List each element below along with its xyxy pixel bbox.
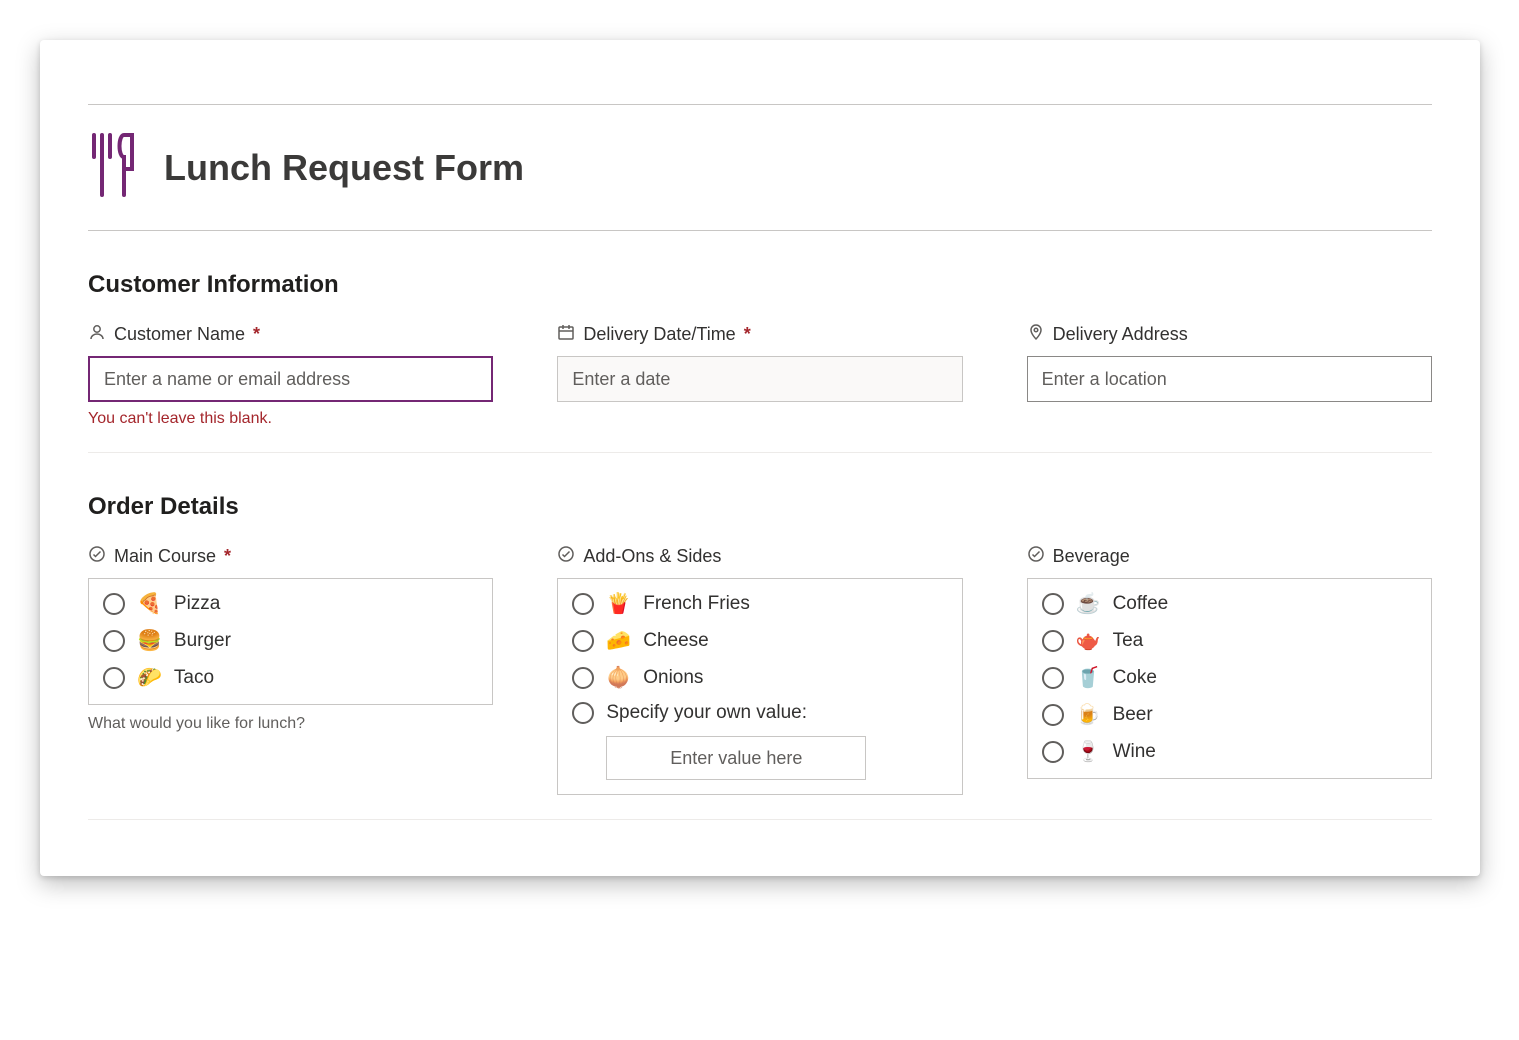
choice-beer[interactable]: 🍺 Beer <box>1042 702 1417 727</box>
radio-icon <box>572 702 594 724</box>
person-icon <box>88 323 106 346</box>
choice-label: Cheese <box>643 630 709 652</box>
fries-icon: 🍟 <box>606 591 631 616</box>
delivery-address-label: Delivery Address <box>1053 324 1188 345</box>
radio-icon <box>572 630 594 652</box>
radio-icon <box>1042 741 1064 763</box>
customer-name-label-row: Customer Name * <box>88 323 493 346</box>
radio-icon <box>103 630 125 652</box>
own-value-input[interactable] <box>606 736 866 780</box>
delivery-address-label-row: Delivery Address <box>1027 323 1432 346</box>
choice-label: Taco <box>174 667 214 689</box>
field-main-course: Main Course * 🍕 Pizza 🍔 Burger 🌮 Taco <box>88 545 493 733</box>
radio-icon <box>103 667 125 689</box>
delivery-datetime-input[interactable] <box>557 356 962 402</box>
cheese-icon: 🧀 <box>606 628 631 653</box>
required-marker: * <box>744 324 751 345</box>
customer-name-label: Customer Name <box>114 324 245 345</box>
location-icon <box>1027 323 1045 346</box>
field-beverage: Beverage ☕ Coffee 🫖 Tea 🥤 Coke <box>1027 545 1432 779</box>
form-title: Lunch Request Form <box>164 147 524 189</box>
choice-coffee[interactable]: ☕ Coffee <box>1042 591 1417 616</box>
customer-info-row: Customer Name * You can't leave this bla… <box>88 323 1432 428</box>
radio-icon <box>572 667 594 689</box>
choice-label: Onions <box>643 667 703 689</box>
choice-coke[interactable]: 🥤 Coke <box>1042 665 1417 690</box>
addons-label: Add-Ons & Sides <box>583 546 721 567</box>
choice-label: Coffee <box>1113 593 1169 615</box>
choice-tea[interactable]: 🫖 Tea <box>1042 628 1417 653</box>
choice-icon <box>557 545 575 568</box>
lunch-request-form: Lunch Request Form Customer Information … <box>40 40 1480 876</box>
main-course-choices: 🍕 Pizza 🍔 Burger 🌮 Taco <box>88 578 493 705</box>
radio-icon <box>1042 593 1064 615</box>
calendar-icon <box>557 323 575 346</box>
radio-icon <box>572 593 594 615</box>
delivery-datetime-label-row: Delivery Date/Time * <box>557 323 962 346</box>
section-divider <box>88 452 1432 453</box>
taco-icon: 🌮 <box>137 665 162 690</box>
choice-label: Pizza <box>174 593 220 615</box>
customer-name-input[interactable] <box>88 356 493 402</box>
radio-icon <box>1042 667 1064 689</box>
field-delivery-datetime: Delivery Date/Time * <box>557 323 962 402</box>
choice-taco[interactable]: 🌮 Taco <box>103 665 478 690</box>
section-customer-info: Customer Information <box>88 271 1432 299</box>
wine-icon: 🍷 <box>1076 739 1101 764</box>
choice-cheese[interactable]: 🧀 Cheese <box>572 628 947 653</box>
field-addons: Add-Ons & Sides 🍟 French Fries 🧀 Cheese … <box>557 545 962 795</box>
delivery-datetime-label: Delivery Date/Time <box>583 324 735 345</box>
beverage-label: Beverage <box>1053 546 1130 567</box>
choice-own-value[interactable]: Specify your own value: <box>572 702 947 724</box>
radio-icon <box>1042 630 1064 652</box>
coffee-icon: ☕ <box>1076 591 1101 616</box>
choice-onions[interactable]: 🧅 Onions <box>572 665 947 690</box>
field-delivery-address: Delivery Address <box>1027 323 1432 402</box>
choice-burger[interactable]: 🍔 Burger <box>103 628 478 653</box>
choice-label: Beer <box>1113 704 1153 726</box>
choice-label: Burger <box>174 630 231 652</box>
customer-name-error: You can't leave this blank. <box>88 410 493 428</box>
onion-icon: 🧅 <box>606 665 631 690</box>
section-order-details: Order Details <box>88 493 1432 521</box>
beer-icon: 🍺 <box>1076 702 1101 727</box>
field-customer-name: Customer Name * You can't leave this bla… <box>88 323 493 428</box>
radio-icon <box>1042 704 1064 726</box>
choice-label: Specify your own value: <box>606 702 807 724</box>
choice-icon <box>1027 545 1045 568</box>
beverage-label-row: Beverage <box>1027 545 1432 568</box>
burger-icon: 🍔 <box>137 628 162 653</box>
tea-icon: 🫖 <box>1076 628 1101 653</box>
fork-knife-icon <box>88 133 140 202</box>
choice-label: Tea <box>1113 630 1144 652</box>
section-divider <box>88 819 1432 820</box>
form-header: Lunch Request Form <box>88 104 1432 231</box>
choice-label: Wine <box>1113 741 1156 763</box>
addons-choices: 🍟 French Fries 🧀 Cheese 🧅 Onions Specify… <box>557 578 962 795</box>
choice-french-fries[interactable]: 🍟 French Fries <box>572 591 947 616</box>
main-course-helper: What would you like for lunch? <box>88 715 493 733</box>
addons-label-row: Add-Ons & Sides <box>557 545 962 568</box>
pizza-icon: 🍕 <box>137 591 162 616</box>
choice-pizza[interactable]: 🍕 Pizza <box>103 591 478 616</box>
main-course-label: Main Course <box>114 546 216 567</box>
beverage-choices: ☕ Coffee 🫖 Tea 🥤 Coke 🍺 Beer <box>1027 578 1432 779</box>
delivery-address-input[interactable] <box>1027 356 1432 402</box>
main-course-label-row: Main Course * <box>88 545 493 568</box>
order-details-row: Main Course * 🍕 Pizza 🍔 Burger 🌮 Taco <box>88 545 1432 795</box>
coke-icon: 🥤 <box>1076 665 1101 690</box>
choice-label: Coke <box>1113 667 1157 689</box>
choice-label: French Fries <box>643 593 750 615</box>
required-marker: * <box>224 546 231 567</box>
choice-icon <box>88 545 106 568</box>
required-marker: * <box>253 324 260 345</box>
radio-icon <box>103 593 125 615</box>
choice-wine[interactable]: 🍷 Wine <box>1042 739 1417 764</box>
